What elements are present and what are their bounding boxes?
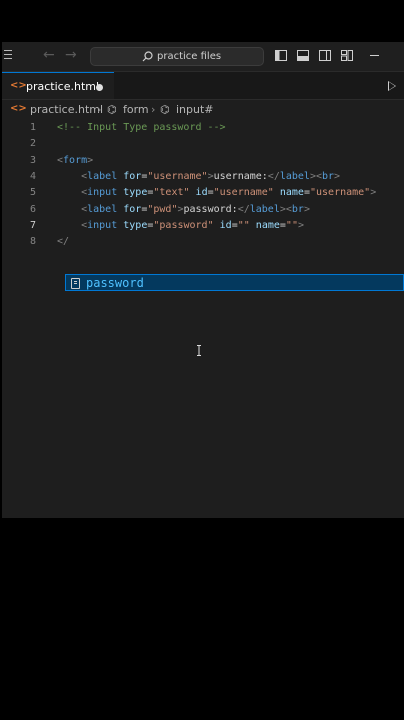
line-number: 2 [29,138,36,150]
run-icon[interactable] [388,81,396,91]
keyword-snippet-icon [71,278,80,289]
code-line[interactable]: 2 [2,136,404,152]
html-file-icon: <> [10,80,27,91]
code-text: <form> [57,155,93,166]
suggestion-item[interactable]: password [65,274,404,291]
code-token: "pwd" [147,203,178,215]
code-token: > [87,154,94,166]
code-token: id [219,219,232,231]
title-bar: ← → practice files [2,42,404,72]
code-token: input [87,219,118,231]
code-token: password: [183,203,238,215]
code-line[interactable]: 4 <label for="username">username:</label… [2,169,404,185]
chevron-right-icon: › [97,103,102,116]
code-text: <input type="text" id="username" name="u… [57,187,376,198]
code-token: "username" [147,170,208,182]
unsaved-dot-icon[interactable] [96,84,103,91]
code-token: username: [213,170,268,182]
code-token: </ [237,203,250,215]
code-token: > [303,203,310,215]
breadcrumb-input[interactable]: input# [176,103,214,116]
code-token: for [123,203,142,215]
code-token: label [87,203,118,215]
breadcrumb-form[interactable]: form [123,103,149,116]
element-icon: ⌬ [107,103,117,116]
command-center-search[interactable]: practice files [90,47,264,66]
toggle-panel-icon[interactable] [297,50,309,61]
line-number: 6 [29,203,36,215]
search-icon [142,51,153,62]
code-text: <input type="password" id="" name=""> [57,220,304,231]
code-token: </ [57,236,70,248]
code-token: >< [279,203,292,215]
line-number: 8 [29,236,36,248]
code-token: form [63,154,88,166]
minimize-icon[interactable] [370,55,379,56]
code-token: "username" [310,187,371,199]
code-line[interactable]: 6 <label for="pwd">password:</label><br> [2,202,404,218]
code-line[interactable]: 8 </ [2,234,404,250]
code-token: type [123,187,148,199]
line-number: 5 [29,187,36,199]
code-token: br [291,203,304,215]
line-number: 3 [29,154,36,166]
code-text: <label for="username">username:</label><… [57,171,340,182]
code-token: "" [285,219,298,231]
suggestion-label: password [86,276,144,290]
code-token: "username" [213,187,274,199]
code-line[interactable]: 1 <!-- Input Type password --> [2,120,404,136]
tab-practice-html[interactable]: <> practice.html [2,72,114,99]
back-arrow-icon[interactable]: ← [43,47,55,63]
line-number: 4 [29,170,36,182]
element-icon: ⌬ [160,103,170,116]
forward-arrow-icon[interactable]: → [65,47,77,63]
code-token: br [322,170,335,182]
line-number: 1 [29,122,36,133]
code-token: >< [309,170,322,182]
code-token: > [297,219,304,231]
customize-layout-icon[interactable] [341,50,353,61]
code-token: > [334,170,341,182]
code-token: type [123,219,148,231]
code-token: label [279,170,310,182]
menu-icon[interactable] [4,50,12,62]
vscode-window: ← → practice files <> practice.html <> p… [2,42,404,518]
code-token: label [249,203,280,215]
breadcrumb-file[interactable]: practice.html [30,103,103,116]
code-token: id [195,187,208,199]
code-text: <!-- Input Type password --> [57,122,226,133]
toggle-primary-sidebar-icon[interactable] [275,50,287,61]
chevron-right-icon: › [151,103,156,116]
code-line[interactable]: 5 <input type="text" id="username" name=… [2,185,404,201]
code-text: </ [57,236,69,247]
line-number: 7 [29,219,36,231]
code-text: <label for="pwd">password:</label><br> [57,204,310,215]
code-token: "text" [153,187,190,199]
tab-label: practice.html [26,80,100,93]
code-token: <!-- Input Type password --> [57,122,226,133]
code-token: "" [237,219,250,231]
html-file-icon: <> [10,103,27,114]
code-token: input [87,187,118,199]
toggle-secondary-sidebar-icon[interactable] [319,50,331,61]
code-token: label [87,170,118,182]
code-token: for [123,170,142,182]
code-token: name [255,219,280,231]
code-token: </ [267,170,280,182]
code-token: "password" [153,219,214,231]
text-cursor-icon [197,345,201,356]
code-line[interactable]: 3 <form> [2,153,404,169]
code-token: > [370,187,377,199]
search-text: practice files [157,51,222,62]
tab-bar: <> practice.html [2,72,404,100]
breadcrumb: <> practice.html › ⌬ form › ⌬ input# [2,102,404,118]
code-line[interactable]: 7 <input type="password" id="" name=""> [2,218,404,234]
code-token: name [279,187,304,199]
